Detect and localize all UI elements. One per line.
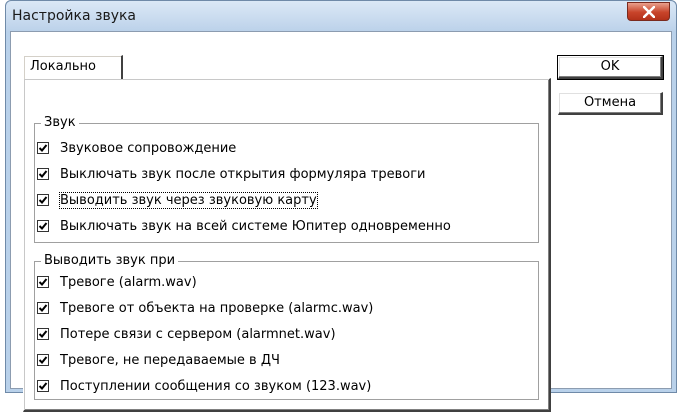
checkbox-label: Выключать звук после открытия формуляра …	[60, 166, 426, 182]
checkbox[interactable]	[37, 142, 49, 154]
checkmark-icon	[38, 330, 48, 338]
window-title: Настройка звука	[12, 8, 137, 24]
title-bar[interactable]: Настройка звука	[6, 1, 676, 31]
checkbox-alarm-object-check[interactable]: Тревоге от объекта на проверке (alarmc.w…	[37, 299, 373, 317]
cancel-button[interactable]: Отмена	[558, 92, 663, 115]
output-group-title: Выводить звук при	[41, 253, 179, 269]
checkbox-label: Звуковое сопровождение	[60, 140, 237, 156]
checkbox-server-connection-lost[interactable]: Потере связи с сервером (alarmnet.wav)	[37, 325, 336, 343]
checkbox-label: Тревоге (alarm.wav)	[60, 274, 197, 290]
checkbox-label: Выключать звук на всей системе Юпитер од…	[60, 218, 451, 234]
checkbox[interactable]	[37, 354, 49, 366]
checkbox-mute-whole-system[interactable]: Выключать звук на всей системе Юпитер од…	[37, 217, 451, 235]
tab-panel-local: Звук Выводить звук при Звуковое сопровож…	[23, 78, 551, 412]
checkbox[interactable]	[37, 380, 49, 392]
ok-button[interactable]: OK	[557, 55, 664, 80]
sound-group-title: Звук	[41, 115, 79, 131]
checkbox-mute-after-alarm-form[interactable]: Выключать звук после открытия формуляра …	[37, 165, 425, 183]
tab-local[interactable]: Локально	[23, 55, 123, 79]
checkmark-icon	[38, 144, 48, 152]
checkbox[interactable]	[37, 302, 49, 314]
checkbox-label: Тревоге, не передаваемые в ДЧ	[60, 352, 280, 368]
checkbox-label: Выводить звук через звуковую карту	[59, 191, 318, 209]
checkbox-alarm-not-transmitted[interactable]: Тревоге, не передаваемые в ДЧ	[37, 351, 280, 369]
checkbox-sound-accompaniment[interactable]: Звуковое сопровождение	[37, 139, 236, 157]
sound-settings-dialog: Настройка звука Локально Звук Выводить з…	[5, 0, 677, 412]
checkmark-icon	[38, 170, 48, 178]
checkmark-icon	[38, 382, 48, 390]
close-icon	[643, 6, 655, 18]
checkbox-label: Поступлении сообщения со звуком (123.wav…	[60, 378, 372, 394]
checkmark-icon	[38, 304, 48, 312]
checkbox[interactable]	[37, 328, 49, 340]
checkbox-sound-card-output[interactable]: Выводить звук через звуковую карту	[37, 191, 318, 209]
checkbox-label: Тревоге от объекта на проверке (alarmc.w…	[60, 300, 374, 316]
checkbox[interactable]	[37, 220, 49, 232]
dialog-client-area: Локально Звук Выводить звук при Звуковое…	[10, 31, 672, 412]
checkmark-icon	[38, 356, 48, 364]
checkbox[interactable]	[37, 276, 49, 288]
checkbox[interactable]	[37, 168, 49, 180]
checkbox-message-with-sound[interactable]: Поступлении сообщения со звуком (123.wav…	[37, 377, 371, 395]
checkbox-label: Потере связи с сервером (alarmnet.wav)	[60, 326, 336, 342]
checkmark-icon	[38, 222, 48, 230]
checkmark-icon	[38, 196, 48, 204]
checkmark-icon	[38, 278, 48, 286]
close-button[interactable]	[627, 2, 670, 21]
checkbox-alarm[interactable]: Тревоге (alarm.wav)	[37, 273, 197, 291]
checkbox[interactable]	[37, 194, 49, 206]
